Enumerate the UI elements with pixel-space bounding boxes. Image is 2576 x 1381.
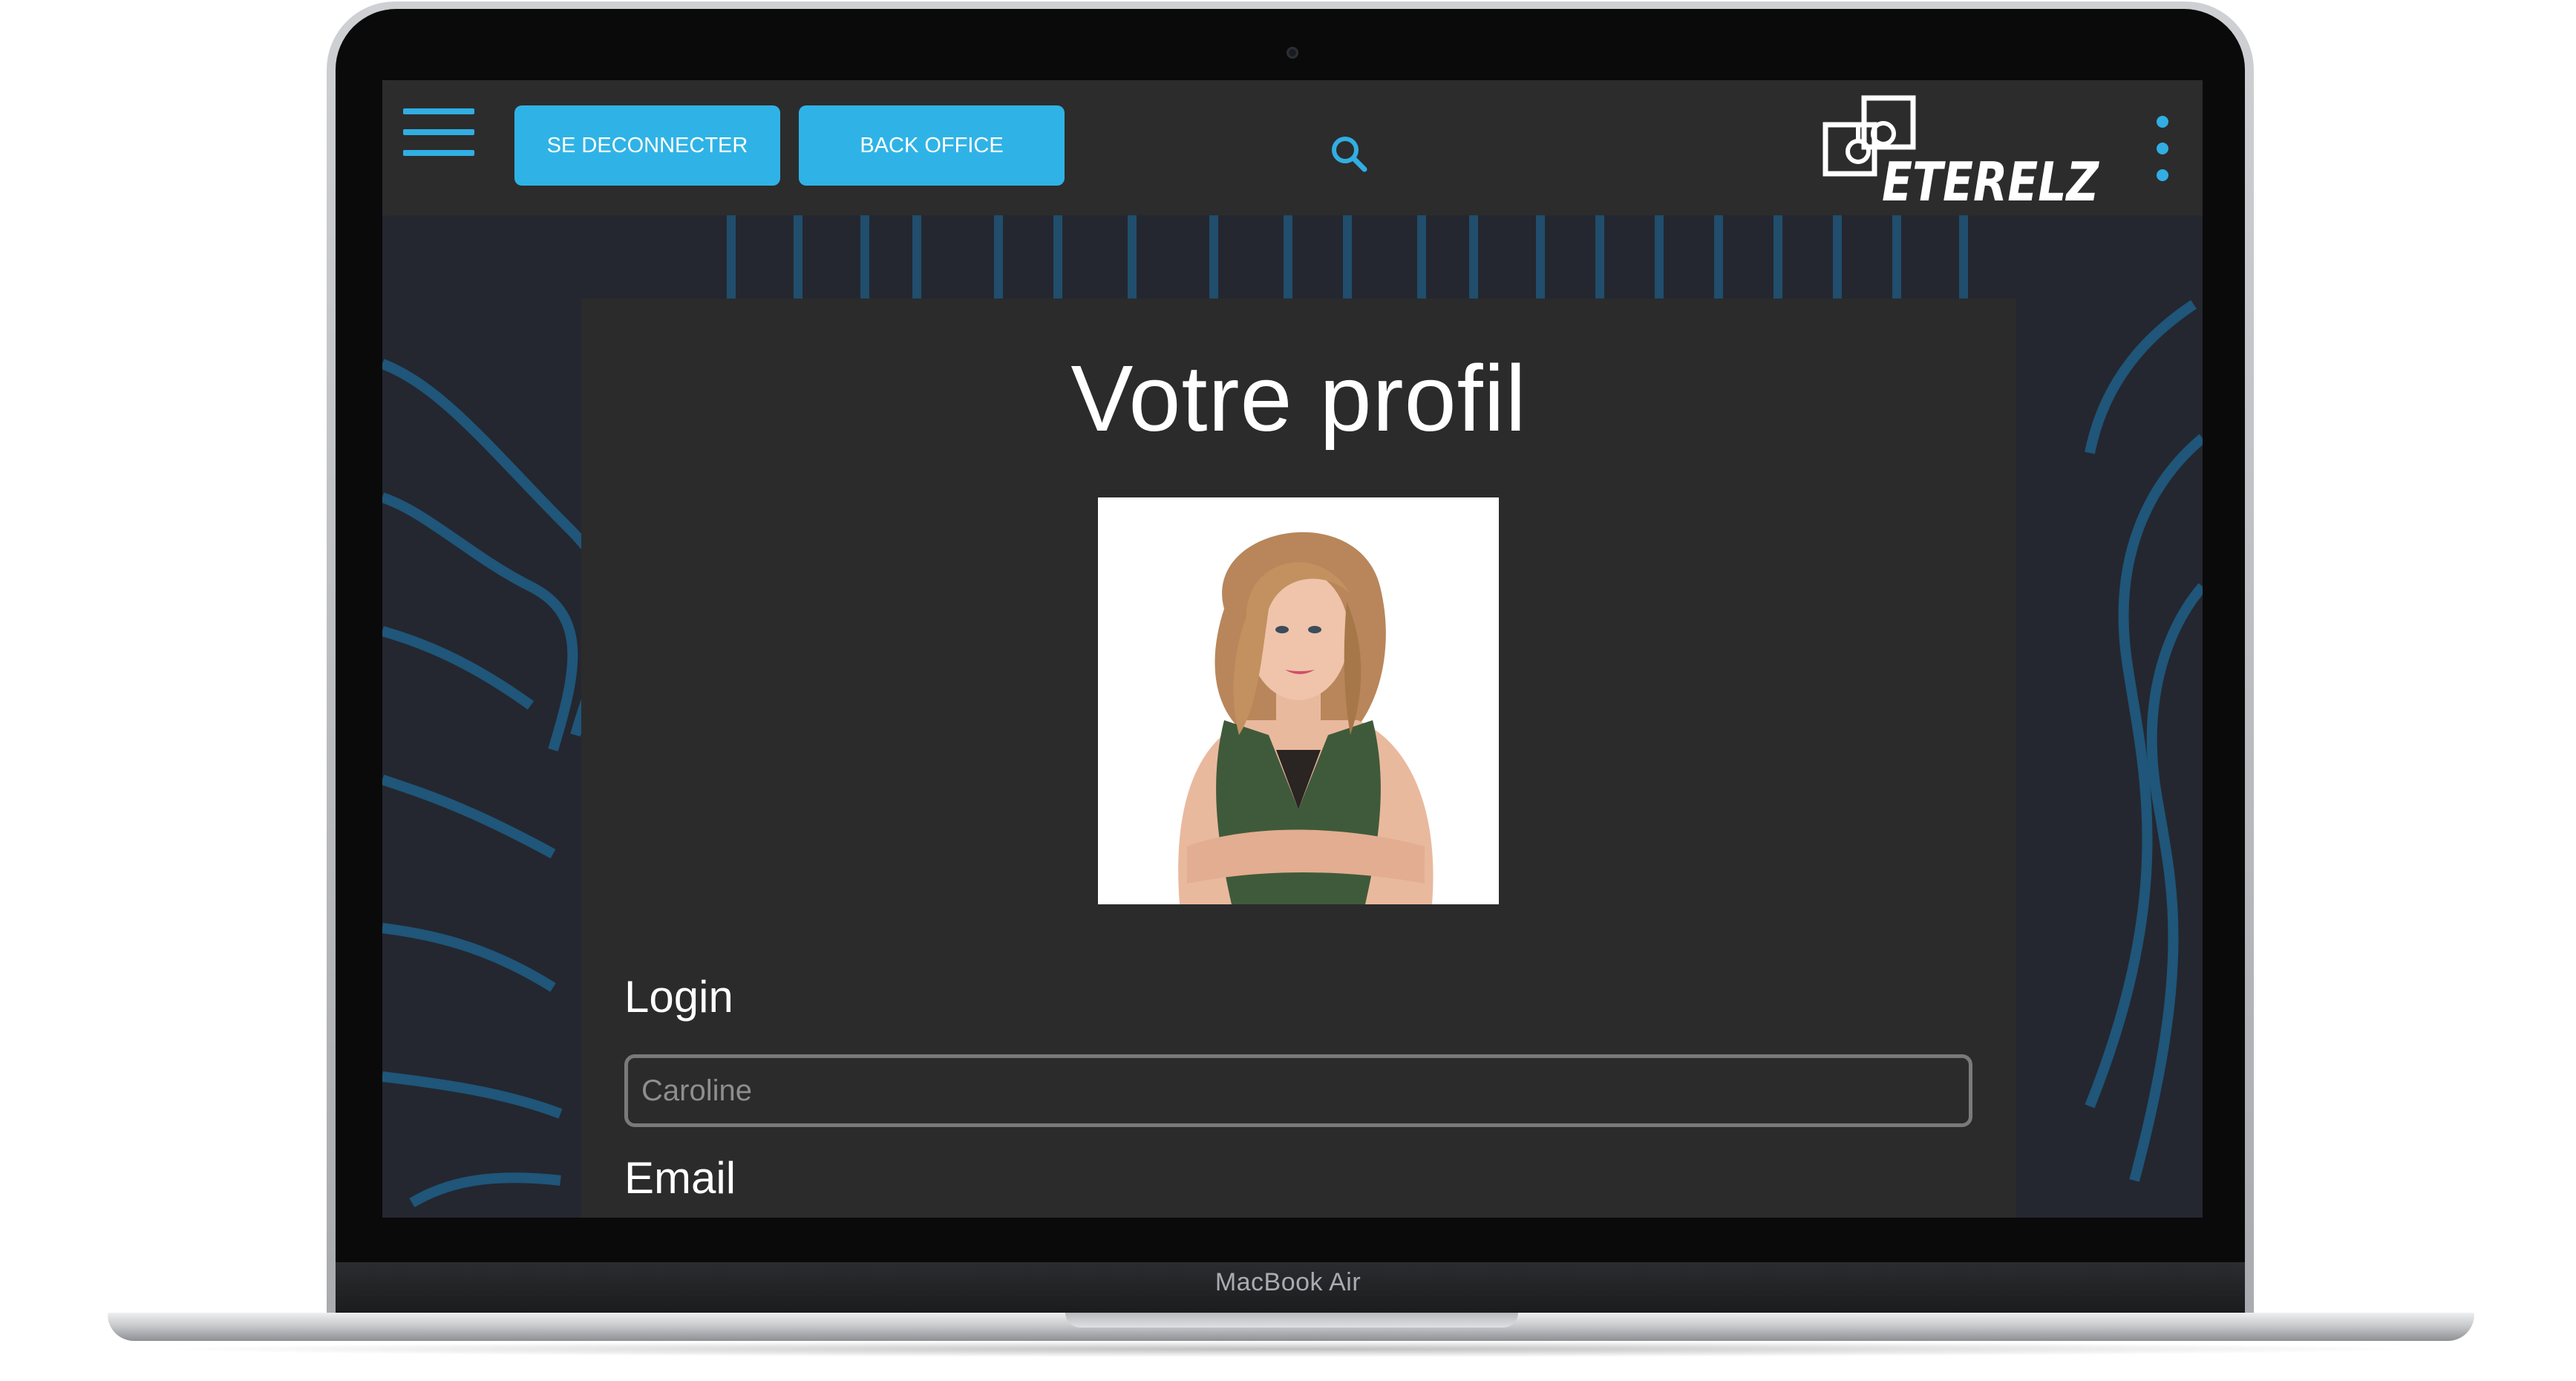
browser-viewport: SE DECONNECTER BACK OFFICE ETERELZ Votre… <box>382 80 2203 1218</box>
back-office-button[interactable]: BACK OFFICE <box>799 105 1065 186</box>
logout-button[interactable]: SE DECONNECTER <box>514 105 780 186</box>
webcam-icon <box>1287 47 1298 59</box>
page-title: Votre profil <box>1070 346 1527 451</box>
logo-text: ETERELZ <box>1882 151 2099 206</box>
profile-photo[interactable] <box>1098 497 1499 904</box>
profile-card: Votre profil Login Caroline Email <box>581 298 2016 1218</box>
search-icon[interactable] <box>1329 134 1369 174</box>
device-label: MacBook Air <box>1215 1268 1361 1296</box>
laptop-notch <box>1065 1313 1518 1328</box>
more-options-icon[interactable] <box>2149 116 2176 187</box>
top-navigation-bar: SE DECONNECTER BACK OFFICE ETERELZ <box>382 80 2203 215</box>
eterelz-logo[interactable]: ETERELZ <box>1823 95 2105 206</box>
hamburger-menu-icon[interactable] <box>403 108 474 157</box>
login-label: Login <box>624 972 733 1022</box>
email-label: Email <box>624 1153 736 1203</box>
avatar-illustration <box>1098 497 1499 904</box>
login-input[interactable] <box>624 1054 1972 1127</box>
laptop-shadow <box>148 1341 2428 1357</box>
